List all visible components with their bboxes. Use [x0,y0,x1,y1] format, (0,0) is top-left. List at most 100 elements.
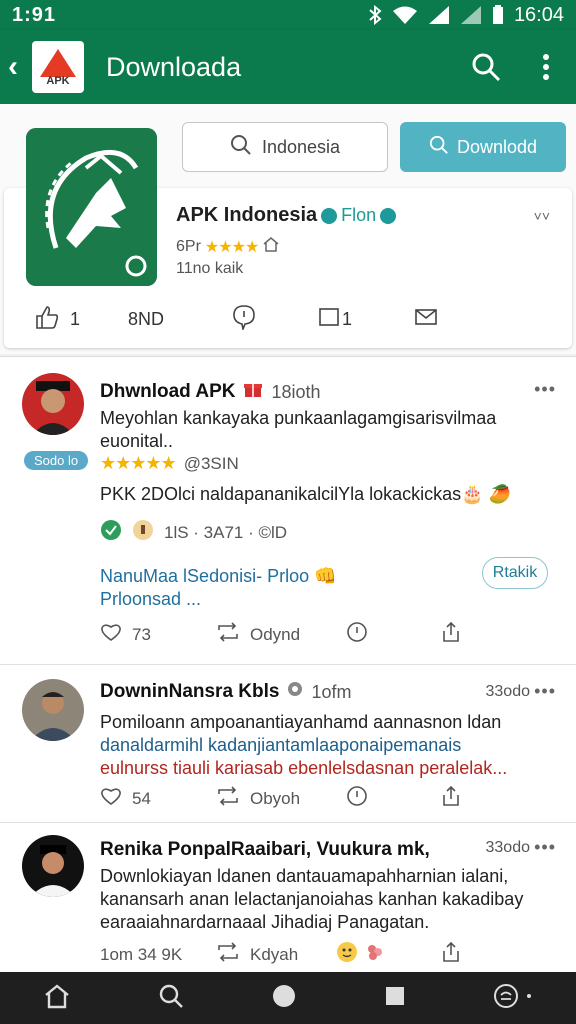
post-meta-row: 1lS · 3A71 · ©lD [100,519,540,546]
reaction-button[interactable] [336,941,440,968]
app-bar: ‹ APK Downloada [0,30,576,104]
comment-button[interactable] [232,304,318,335]
like-button[interactable]: 1 [34,304,128,335]
post-actions: 73 Odynd [100,621,540,648]
follow-button[interactable]: Rtakik [482,557,548,589]
like-count: 73 [132,624,151,644]
like-count-group[interactable]: 1om 34 9K [100,945,216,965]
like-count: 1om 34 9K [100,944,183,964]
search-button[interactable]: Indonesia [182,122,388,172]
app-name-row: APK Indonesia Flon [176,204,397,227]
wifi-icon [392,5,418,25]
battery-icon [492,5,504,25]
rating-text: @3SIN [183,453,239,473]
app-logo: APK [32,41,84,93]
post-text: Meyohlan kankayaka punkaanlagamgisarisvi… [100,408,497,451]
more-horiz-icon[interactable]: ••• [534,681,556,702]
post-author-row: Renika PonpalRaaibari, Vuukura mk, [100,839,430,861]
status-time-left: 1:91 [12,3,57,26]
second-action-label: 8ND [128,309,165,329]
square-icon [318,306,340,333]
share-button[interactable] [440,621,462,648]
more-horiz-icon[interactable]: ••• [534,379,556,400]
mail-button[interactable] [414,307,438,332]
comment-icon [232,304,256,335]
signal-icon [428,5,450,25]
post-meta: 1ofm [311,681,352,702]
post-text: Downlokiayan ldanen dantauamapahharnian … [100,866,524,932]
post-meta-row-text: 1lS · 3A71 · ©lD [164,522,288,542]
square-icon[interactable] [384,985,406,1012]
avatar[interactable] [22,373,84,435]
more-horiz-icon[interactable]: ••• [534,837,556,858]
page-title: Downloada [106,51,242,82]
home-icon[interactable] [43,983,71,1014]
post-text-line-3: eulnurss tiauli kariasab ebenlelsdasnan … [100,758,508,778]
reaction-button[interactable] [346,785,440,812]
back-icon[interactable]: ‹ [8,50,30,84]
share-button[interactable] [440,785,462,812]
search-icon [230,134,252,161]
follow-label: Rtakik [492,564,538,581]
download-button[interactable]: Downlodd [400,122,566,172]
share-icon [440,941,462,968]
feed-post[interactable]: Renika PonpalRaaibari, Vuukura mk, 33odo… [0,823,576,973]
post-author-row: Dhwnload APK 18ioth [100,379,321,405]
app-icon [26,128,157,286]
download-label: Downlodd [456,136,538,157]
search-label: Indonesia [261,136,341,157]
search-icon [429,135,449,160]
post-actions: 1om 34 9K Kdyah [100,941,540,968]
app-name: APK Indonesia [176,204,318,226]
app-action-row: 1 8ND 1 [34,304,438,335]
status-bar: 1:91 16:04 [0,0,576,30]
search-icon[interactable] [158,983,184,1014]
avatar[interactable] [22,835,84,897]
post-link-2[interactable]: Prloonsad ... [100,589,201,609]
repost-button[interactable]: Odynd [216,622,346,647]
search-icon[interactable] [456,52,516,82]
post-actions: 54 Obyoh [100,785,540,812]
post-text: Pomiloann ampoanantiayanhamd aannasnon l… [100,711,540,780]
post-author[interactable]: Dhwnload APK [100,381,235,403]
feed-post[interactable]: DowninNansra Kbls 1ofm 33odo ••• Pomiloa… [0,665,576,823]
status-badge: Sodo lo [24,451,89,470]
repost-label: Obyoh [250,788,301,808]
repost-button[interactable]: Kdyah [216,942,336,967]
verified-label: Flon [341,205,377,225]
post-text-2: PKK 2DOlci naldapananikalcilYla lokackic… [100,484,512,504]
post-author[interactable]: Renika PonpalRaaibari, Vuukura mk, [100,839,430,861]
like-button[interactable]: 54 [100,786,216,811]
post-text-line-2: danaldarmihl kadanjiantamlaaponaipemanai… [100,735,462,755]
more-vert-icon[interactable] [516,53,576,81]
repost-label: Kdyah [250,944,299,964]
face-icon [132,519,154,546]
signal-icon-2 [460,5,482,25]
share-count: 1 [342,309,353,329]
post-rating-row: ★★★★★ @3SIN [100,453,540,474]
like-button[interactable]: 73 [100,622,216,647]
second-action[interactable]: 8ND [128,309,232,330]
repost-button[interactable]: Obyoh [216,786,346,811]
share-button[interactable] [440,941,462,968]
chevron-down-icon[interactable]: ˅˅ [534,208,550,224]
repost-label: Odynd [250,624,301,644]
logo-text: APK [46,75,70,87]
status-time-right: 16:04 [513,3,564,26]
post-author[interactable]: DowninNansra Kbls [100,681,279,703]
circle-icon[interactable] [271,983,297,1014]
feed-post[interactable]: Sodo lo Dhwnload APK 18ioth ••• Meyohlan… [0,357,576,665]
thumbs-up-icon [34,304,60,335]
reaction-button[interactable] [346,621,440,648]
post-link[interactable]: NanuMaa lSedonisi- Prloo 👊 Prloonsad ... [100,565,540,611]
share-button[interactable]: 1 [318,306,414,333]
logo-triangle-icon [40,49,76,77]
post-link-1[interactable]: NanuMaa lSedonisi- Prloo 👊 [100,566,337,586]
mail-icon [414,307,438,332]
account-icon[interactable] [493,983,533,1014]
post-meta: 18ioth [271,381,321,402]
share-icon [440,621,462,648]
avatar[interactable] [22,679,84,741]
home-icon [262,236,280,257]
post-text-line-1: Pomiloann ampoanantiayanhamd aannasnon l… [100,712,502,732]
